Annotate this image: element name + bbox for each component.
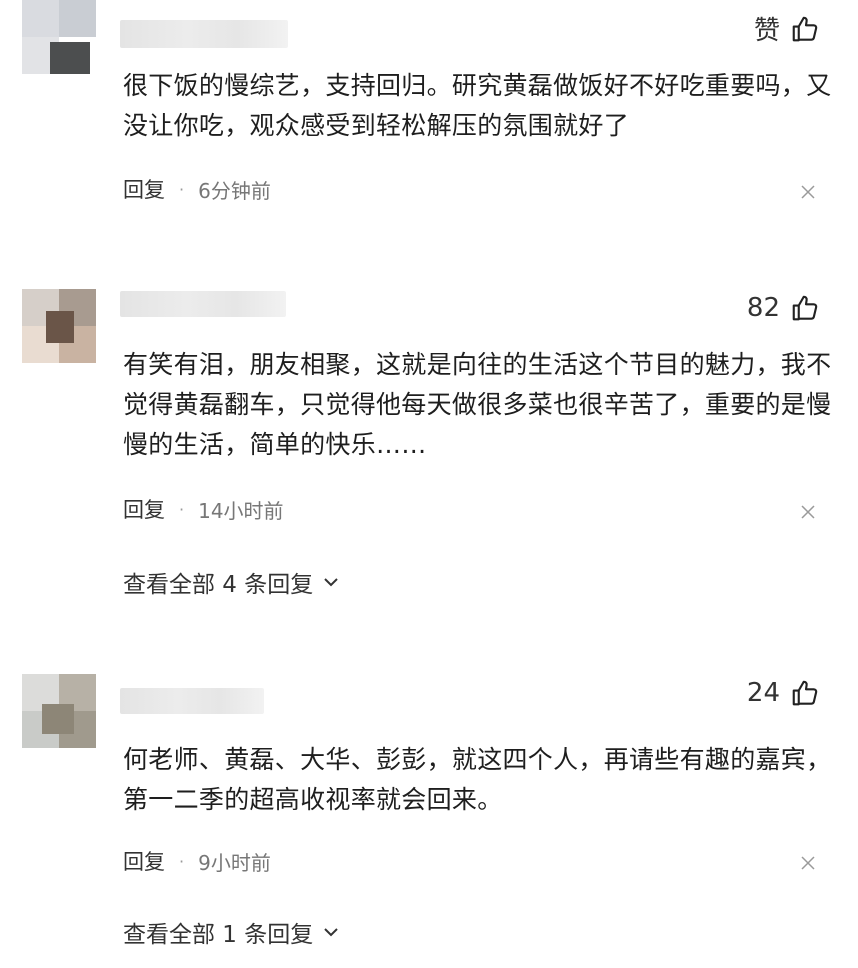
comment-meta: 回复 · 9小时前	[123, 846, 271, 876]
avatar[interactable]	[22, 674, 96, 748]
timestamp: 9小时前	[198, 850, 271, 875]
view-all-replies-button[interactable]: 查看全部 4 条回复	[123, 565, 341, 599]
timestamp: 14小时前	[198, 498, 284, 523]
separator-dot: ·	[179, 179, 185, 199]
comment-text: 何老师、黄磊、大华、彭彭，就这四个人，再请些有趣的嘉宾，第一二季的超高收视率就会…	[123, 745, 832, 814]
view-all-replies-button[interactable]: 查看全部 1 条回复	[123, 915, 341, 949]
timestamp: 6分钟前	[198, 178, 271, 203]
username-blurred[interactable]	[120, 688, 264, 714]
chevron-down-icon	[324, 928, 338, 937]
avatar[interactable]	[22, 289, 96, 363]
avatar[interactable]	[22, 0, 96, 74]
username-blurred[interactable]	[120, 291, 286, 317]
close-icon[interactable]	[800, 855, 816, 871]
comment-meta: 回复 · 6分钟前	[123, 174, 271, 204]
thumbs-up-icon	[792, 680, 818, 706]
like-button[interactable]: 赞	[754, 10, 820, 47]
like-button[interactable]: 82	[747, 293, 820, 323]
view-all-replies-label: 查看全部 1 条回复	[123, 922, 314, 948]
like-count: 82	[746, 293, 780, 323]
separator-dot: ·	[179, 499, 185, 519]
username-blurred[interactable]	[120, 20, 288, 48]
reply-button[interactable]: 回复	[123, 846, 165, 876]
reply-button[interactable]: 回复	[123, 174, 165, 204]
chevron-down-icon	[324, 578, 338, 587]
reply-button[interactable]: 回复	[123, 494, 165, 524]
view-all-replies-label: 查看全部 4 条回复	[123, 572, 314, 598]
comment-text: 有笑有泪，朋友相聚，这就是向往的生活这个节目的魅力，我不觉得黄磊翻车，只觉得他每…	[123, 350, 832, 459]
comment-text: 很下饭的慢综艺，支持回归。研究黄磊做饭好不好吃重要吗，又没让你吃，观众感受到轻松…	[123, 71, 832, 140]
thumbs-up-icon	[792, 295, 818, 321]
close-icon[interactable]	[800, 504, 816, 520]
thumbs-up-icon	[792, 16, 818, 41]
comment-meta: 回复 · 14小时前	[123, 494, 284, 524]
like-count: 24	[746, 678, 780, 708]
close-icon[interactable]	[800, 184, 816, 200]
like-button[interactable]: 24	[747, 678, 820, 708]
like-count: 赞	[753, 16, 780, 46]
separator-dot: ·	[179, 851, 185, 871]
